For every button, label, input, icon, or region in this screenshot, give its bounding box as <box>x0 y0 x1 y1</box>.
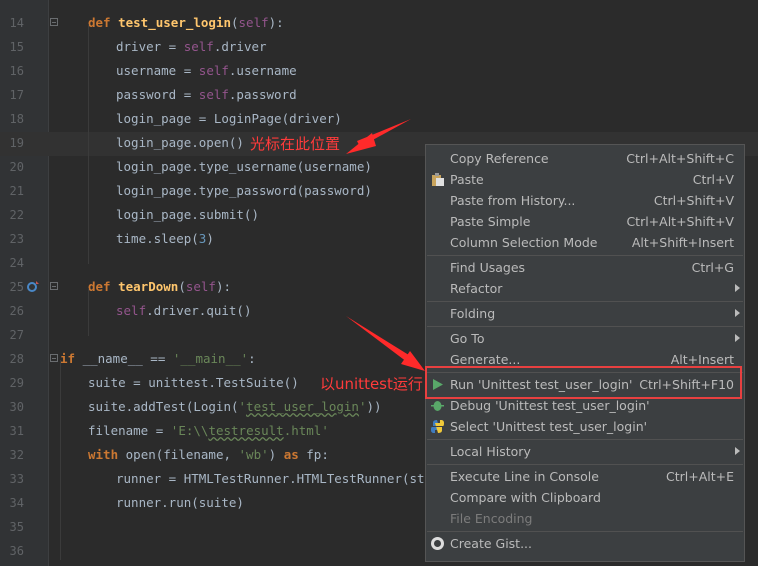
menu-item-shortcut: Ctrl+G <box>691 260 734 275</box>
menu-item-label: Paste Simple <box>450 214 531 229</box>
menu-item-label: Generate... <box>450 352 521 367</box>
menu-item-paste-simple[interactable]: Paste Simple Ctrl+Alt+Shift+V <box>426 211 744 232</box>
editor-context-menu[interactable]: Copy Reference Ctrl+Alt+Shift+C Paste Ctrl+… <box>425 144 745 562</box>
run-item-highlight-box <box>425 366 742 399</box>
python-icon <box>431 420 444 433</box>
menu-item-label: Paste <box>450 172 484 187</box>
menu-item-label: Copy Reference <box>450 151 549 166</box>
menu-item-find-usages[interactable]: Find Usages Ctrl+G <box>426 257 744 278</box>
cursor-annotation-arrow <box>346 119 411 154</box>
menu-separator <box>427 464 743 465</box>
clipboard-icon <box>432 173 444 186</box>
menu-item-label: Select 'Unittest test_user_login' <box>450 419 648 434</box>
menu-separator <box>427 439 743 440</box>
menu-item-compare-with-clipboard[interactable]: Compare with Clipboard <box>426 487 744 508</box>
debug-icon <box>431 401 444 411</box>
menu-item-label: Debug 'Unittest test_user_login' <box>450 398 650 413</box>
menu-item-column-selection-mode[interactable]: Column Selection Mode Alt+Shift+Insert <box>426 232 744 253</box>
menu-item-shortcut: Ctrl+Alt+Shift+V <box>626 214 734 229</box>
menu-item-label: Execute Line in Console <box>450 469 599 484</box>
menu-item-execute-line-in-console[interactable]: Execute Line in Console Ctrl+Alt+E <box>426 466 744 487</box>
menu-item-label: Compare with Clipboard <box>450 490 601 505</box>
menu-item-create-gist[interactable]: Create Gist... <box>426 533 744 554</box>
menu-item-folding[interactable]: Folding <box>426 303 744 324</box>
submenu-arrow-icon <box>735 447 740 455</box>
menu-separator <box>427 531 743 532</box>
menu-item-file-encoding: File Encoding <box>426 508 744 529</box>
menu-item-shortcut: Ctrl+Shift+V <box>653 193 734 208</box>
menu-item-copy-reference[interactable]: Copy Reference Ctrl+Alt+Shift+C <box>426 148 744 169</box>
menu-item-label: Create Gist... <box>450 536 533 551</box>
menu-item-label: Local History <box>450 444 531 459</box>
menu-item-label: Paste from History... <box>450 193 576 208</box>
github-icon <box>431 537 444 550</box>
run-annotation-arrow <box>346 316 425 371</box>
menu-item-shortcut: Ctrl+V <box>692 172 734 187</box>
menu-item-label: Column Selection Mode <box>450 235 598 250</box>
menu-item-shortcut: Alt+Shift+Insert <box>631 235 734 250</box>
menu-item-label: File Encoding <box>450 511 533 526</box>
submenu-arrow-icon <box>735 309 740 317</box>
menu-item-label: Refactor <box>450 281 503 296</box>
menu-item-select-unittest-test-user-login[interactable]: Select 'Unittest test_user_login' <box>426 416 744 437</box>
menu-item-paste[interactable]: Paste Ctrl+V <box>426 169 744 190</box>
menu-item-shortcut: Ctrl+Alt+E <box>665 469 734 484</box>
menu-item-paste-from-history[interactable]: Paste from History... Ctrl+Shift+V <box>426 190 744 211</box>
menu-item-label: Folding <box>450 306 496 321</box>
menu-item-label: Go To <box>450 331 485 346</box>
submenu-arrow-icon <box>735 284 740 292</box>
menu-item-local-history[interactable]: Local History <box>426 441 744 462</box>
menu-item-label: Find Usages <box>450 260 526 275</box>
menu-separator <box>427 301 743 302</box>
menu-separator <box>427 255 743 256</box>
submenu-arrow-icon <box>735 334 740 342</box>
menu-separator <box>427 326 743 327</box>
menu-item-shortcut: Alt+Insert <box>670 352 734 367</box>
menu-item-shortcut: Ctrl+Alt+Shift+C <box>626 151 734 166</box>
menu-item-go-to[interactable]: Go To <box>426 328 744 349</box>
menu-item-refactor[interactable]: Refactor <box>426 278 744 299</box>
